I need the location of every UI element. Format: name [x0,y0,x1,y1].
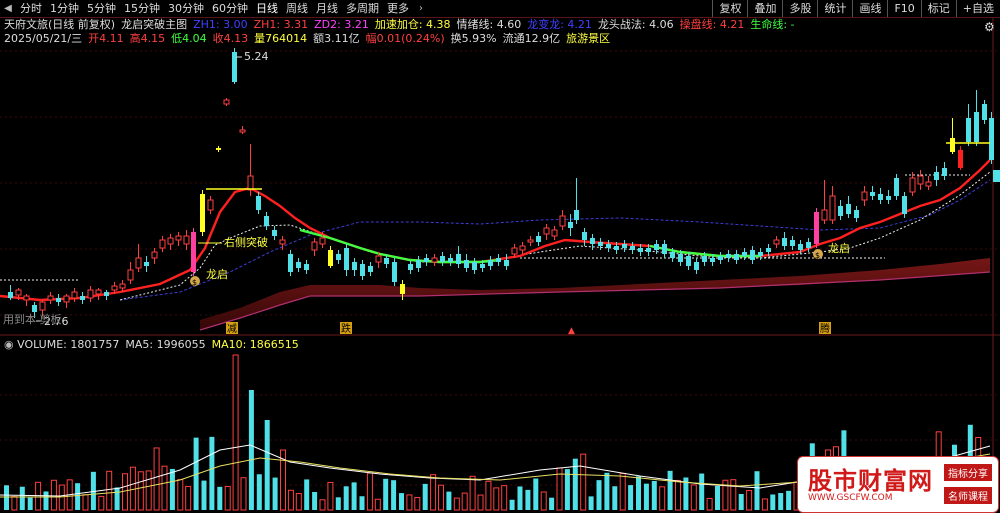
caopan-value: 操盘线: 4.21 [679,18,745,31]
tab-60min[interactable]: 60分钟 [208,0,252,17]
note-label: 用到本 剪板 [3,313,62,326]
longqi-label-1: 龙启 [206,268,228,281]
tab-1min[interactable]: 1分钟 [46,0,83,17]
tab-5min[interactable]: 5分钟 [83,0,120,17]
zh1-value: ZH1: 3.00 [193,18,248,31]
quote-turnover: 换5.93% [450,32,497,45]
multi-stock-button[interactable]: 多股 [782,0,817,17]
up-marker-icon: ▲ [568,326,575,336]
period-toolbar: ◀ 分时 1分钟 5分钟 15分钟 30分钟 60分钟 日线 周线 月线 多周期… [0,0,1000,18]
quote-high: 高4.15 [129,32,166,45]
quote-date: 2025/05/21/三 [4,32,83,45]
add-favorite-button[interactable]: +自选 [955,0,1000,17]
high-price-label: 5.24 [244,50,269,63]
longtou-value: 龙头战法: 4.06 [597,18,674,31]
watermark: 股市财富网 WWW.GSCFW.COM 指标分享 名师课程 [797,456,999,513]
zh1b-value: ZH1: 3.31 [253,18,309,31]
volume-header: ◉ VOLUME: 1801757 MA5: 1996055 MA10: 18665… [4,338,305,352]
price-marker [993,170,1000,182]
watermark-tag-share: 指标分享 [944,464,992,481]
tab-multi-period[interactable]: 多周期 [342,0,383,17]
die-label: 跌 [341,322,351,335]
indicator-name[interactable]: 龙启突破主图 [121,18,187,31]
tab-monthly[interactable]: 月线 [312,0,342,17]
stock-title: 天府文旅(日线 前复权) [4,18,116,31]
longqi-label-2: 龙启 [828,242,850,255]
indicator-header: 天府文旅(日线 前复权) 龙启突破主图 ZH1: 3.00 ZH1: 3.31 ZD2:… [4,18,801,32]
shengming-value: 生命线: - [750,18,795,31]
chevron-right-icon[interactable]: › [413,3,429,14]
ma5-value: MA5: 1996055 [125,338,206,351]
svg-text:$: $ [192,278,197,287]
volume-value: VOLUME: 1801757 [17,338,120,351]
qingxu-value: 情绪线: 4.60 [456,18,522,31]
quote-change: 幅0.01(0.24%) [365,32,445,45]
statistics-button[interactable]: 统计 [817,0,852,17]
tab-daily[interactable]: 日线 [252,0,282,17]
restore-rights-button[interactable]: 复权 [712,0,747,17]
overlay-button[interactable]: 叠加 [747,0,782,17]
longbian-value: 龙变龙: 4.21 [527,18,592,31]
gear-icon[interactable]: ⚙ [984,20,995,34]
quote-low: 低4.04 [171,32,207,45]
watermark-title: 股市财富网 [808,466,933,495]
jiasu-value: 加速加仓: 4.38 [374,18,451,31]
draw-line-button[interactable]: 画线 [852,0,887,17]
quote-amount: 额3.11亿 [313,32,360,45]
price-grid [0,50,1000,486]
quote-sector[interactable]: 旅游景区 [566,32,610,45]
mark-button[interactable]: 标记 [920,0,956,17]
chevron-left-icon[interactable]: ◀ [0,3,16,14]
right-break-label: 右侧突破 [224,235,268,249]
quote-volume: 量764014 [254,32,308,45]
tab-fenshi[interactable]: 分时 [16,0,46,17]
watermark-url: WWW.GSCFW.COM [808,493,893,503]
quote-open: 开4.11 [88,32,124,45]
quote-close: 收4.13 [212,32,249,45]
collapse-icon[interactable]: ◉ [4,338,14,351]
teng-label: 腾 [820,322,830,335]
quote-float: 流通12.9亿 [502,32,561,45]
channel-lower [199,271,991,331]
f10-button[interactable]: F10 [887,0,920,17]
tab-15min[interactable]: 15分钟 [120,0,164,17]
channel-fill [200,258,990,330]
quote-line: 2025/05/21/三 开4.11 高4.15 低4.04 收4.13 量764014 额… [4,32,616,46]
tab-30min[interactable]: 30分钟 [164,0,208,17]
watermark-tag-course: 名师课程 [944,487,992,504]
tab-weekly[interactable]: 周线 [282,0,312,17]
zd2-value: ZD2: 3.21 [314,18,369,31]
stock-chart[interactable]: 5.24 2.76 右侧突破 $ 龙启 $ 龙启 减 跌 腾 ▲ [0,0,1000,513]
svg-text:$: $ [815,251,820,260]
tab-more[interactable]: 更多 [383,0,413,17]
jian-label: 减 [227,323,237,335]
ma10-value: MA10: 1866515 [211,338,299,351]
